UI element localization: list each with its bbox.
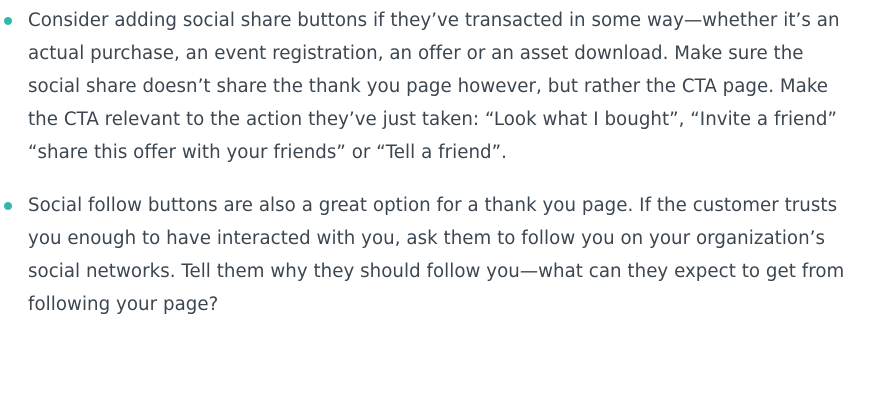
list-item: Consider adding social share buttons if …	[0, 4, 852, 169]
bullet-dot-icon	[4, 17, 12, 25]
bullet-dot-icon	[4, 202, 12, 210]
bullet-list: Consider adding social share buttons if …	[0, 4, 891, 321]
list-item: Social follow buttons are also a great o…	[0, 189, 852, 321]
list-item-text: Social follow buttons are also a great o…	[28, 195, 845, 315]
list-item-text: Consider adding social share buttons if …	[28, 10, 840, 163]
article-content: Consider adding social share buttons if …	[0, 0, 891, 393]
